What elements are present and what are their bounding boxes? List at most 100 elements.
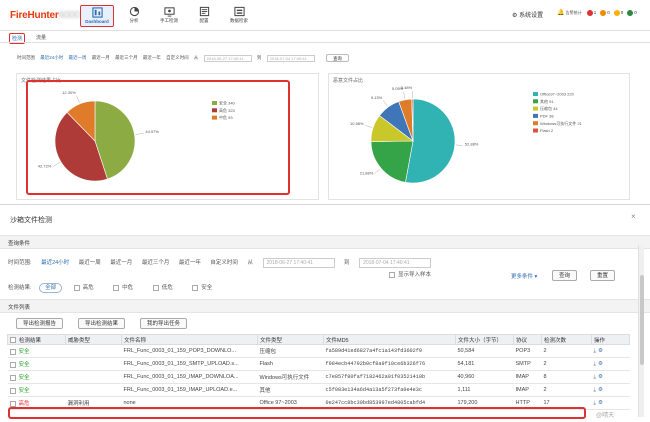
detail-icon[interactable]: ⚙ (598, 387, 603, 393)
row-checkbox[interactable] (9, 361, 16, 368)
tab-traffic[interactable]: 流量 (34, 33, 48, 42)
my-export-tasks-button[interactable]: 我的导出任务 (140, 318, 188, 329)
nav-analysis[interactable]: 分析 (117, 5, 151, 27)
pie-data-label: 10.58% (350, 121, 364, 126)
alarm-badge (613, 9, 620, 16)
col-header[interactable]: 文件MD5 (323, 334, 456, 345)
nav-config[interactable]: 配置 (187, 5, 221, 27)
result-high[interactable]: 高危 (73, 284, 94, 291)
range-custom[interactable]: 自定义时间 (166, 55, 189, 60)
range-month[interactable]: 最近一月 (92, 55, 110, 60)
download-icon[interactable]: ⤓ (594, 348, 596, 354)
pie-leader-line (52, 162, 61, 167)
dlg-range-year[interactable]: 最近一年 (179, 260, 201, 266)
legend-swatch (533, 121, 538, 126)
col-header[interactable]: 检测结果 (7, 334, 66, 345)
col-header[interactable]: 文件类型 (257, 334, 324, 345)
pie-data-label: 42.72% (38, 163, 52, 168)
range-3month[interactable]: 最近三个月 (115, 55, 138, 60)
table-row[interactable]: 安全 FRL_Func_0003_01_159_IMAP_DOWNLOA... Wi… (7, 370, 630, 384)
dlg-range-24h[interactable]: 最近24小时 (41, 260, 69, 266)
result-filter: 检测结果: 全部 高危 中危 低危 安全 (8, 283, 213, 293)
range-week[interactable]: 最近一周 (69, 55, 87, 60)
legend-label: 中危 93 (219, 114, 233, 120)
table-cell: 2 (541, 383, 592, 397)
nav-manual-detect[interactable]: 手工检测 (152, 5, 186, 27)
legend-label: 其他 91 (540, 98, 554, 104)
detail-icon[interactable]: ⚙ (598, 361, 603, 367)
table-cell: FRL_Func_0003_01_159_POP3_DOWNLO... (121, 344, 258, 358)
result-low[interactable]: 低危 (152, 284, 173, 291)
result-all[interactable]: 全部 (39, 283, 63, 293)
pie-slice[interactable] (370, 140, 414, 183)
bell-icon: 🔔 (557, 10, 565, 16)
result-medium[interactable]: 中危 (113, 284, 133, 291)
table-row[interactable]: 安全 FRL_Func_0003_01_159_IMAP_UPLOAD.e... 其… (7, 383, 630, 397)
query-button[interactable]: 查询 (552, 270, 578, 281)
pie-data-label: 52.88% (465, 142, 479, 147)
dashboard-panel: FireHunter6000 Dashboard 分析 手工检测 配置 数据检索… (0, 0, 650, 205)
table-cell: IMAP (513, 383, 542, 397)
col-header[interactable]: 操作 (591, 334, 630, 345)
nav-data-search[interactable]: 数据检索 (222, 5, 256, 27)
to-date-input[interactable]: 2018-07-04 17:40:41 (266, 54, 315, 62)
download-icon[interactable]: ⤓ (594, 387, 596, 393)
range-24h[interactable]: 最近24小时 (40, 55, 63, 60)
row-actions: ⤓ ⚙ (591, 396, 630, 410)
row-checkbox[interactable] (9, 348, 16, 355)
col-header[interactable]: 文件名称 (121, 334, 258, 345)
legend-label: 高危 323 (219, 107, 236, 113)
pie-leader-line (374, 168, 381, 174)
col-header[interactable]: 协议 (513, 334, 542, 345)
result-safe[interactable]: 安全 (192, 284, 212, 291)
row-checkbox[interactable] (9, 387, 16, 394)
table-cell: 40,960 (455, 370, 514, 384)
system-settings[interactable]: ⚙ 系统设置 (512, 10, 543, 19)
show-import-checkbox[interactable]: 显示导入样本 (389, 270, 431, 278)
table-cell: Windows可执行文件 (257, 370, 324, 384)
reset-button[interactable]: 重置 (590, 270, 616, 281)
more-conditions-link[interactable]: 更多条件 ▾ (511, 272, 537, 280)
detail-icon[interactable]: ⚙ (598, 374, 603, 380)
detail-icon[interactable]: ⚙ (598, 348, 603, 354)
alarm-count: 0 (634, 10, 637, 15)
alarm-stats[interactable]: 🔔 告警统计 1000 (557, 9, 650, 16)
scrollbar[interactable] (638, 245, 644, 417)
dlg-range-3month[interactable]: 最近三个月 (142, 260, 170, 266)
legend-swatch (212, 101, 217, 105)
table-cell: 50,584 (455, 344, 514, 358)
table-cell: Flash (257, 357, 324, 371)
row-checkbox[interactable] (9, 374, 16, 381)
table-row[interactable]: 安全 FRL_Func_0003_01_159_POP3_DOWNLO... 压缩包… (7, 344, 630, 358)
dlg-range-month[interactable]: 最近一月 (110, 260, 132, 266)
table-cell: SMTP (513, 357, 542, 371)
query-section-header: 查询条件 (0, 235, 650, 249)
range-year[interactable]: 最近一年 (143, 55, 161, 60)
chevron-down-icon: ▾ (534, 274, 538, 280)
query-button-top[interactable]: 查询 (325, 54, 349, 62)
download-icon[interactable]: ⤓ (594, 400, 596, 406)
download-icon[interactable]: ⤓ (594, 361, 596, 367)
from-date-input[interactable]: 2018-06-27 17:40:41 (203, 54, 252, 62)
row-checkbox[interactable] (9, 400, 16, 407)
legend-swatch (533, 128, 538, 133)
row-result: 安全 (7, 357, 66, 371)
dlg-from-date-input[interactable]: 2018-06-27 17:40:41 (262, 258, 335, 268)
detail-icon[interactable]: ⚙ (598, 400, 603, 406)
dlg-to-date-input[interactable]: 2018-07-04 17:40:41 (359, 258, 432, 268)
dlg-range-week[interactable]: 最近一周 (79, 260, 101, 266)
dlg-range-custom[interactable]: 自定义时间 (210, 260, 238, 266)
export-report-button[interactable]: 导出检测报告 (16, 318, 64, 329)
col-header[interactable]: 威胁类型 (65, 334, 122, 345)
table-cell: 8 (541, 370, 592, 384)
alarm-count: 0 (620, 10, 624, 15)
download-icon[interactable]: ⤓ (594, 374, 596, 380)
col-header[interactable]: 文件大小（字节） (455, 334, 514, 345)
config-icon (199, 6, 209, 17)
nav-dashboard[interactable]: Dashboard (80, 5, 114, 27)
table-row[interactable]: 安全 FRL_Func_0003_01_159_SMTP_UPLOAD.s... F… (7, 357, 630, 371)
export-result-button[interactable]: 导出检测结果 (78, 318, 126, 329)
table-cell: 54,181 (455, 357, 514, 371)
col-header[interactable]: 检测次数 (541, 334, 592, 345)
close-icon[interactable]: × (631, 212, 636, 221)
